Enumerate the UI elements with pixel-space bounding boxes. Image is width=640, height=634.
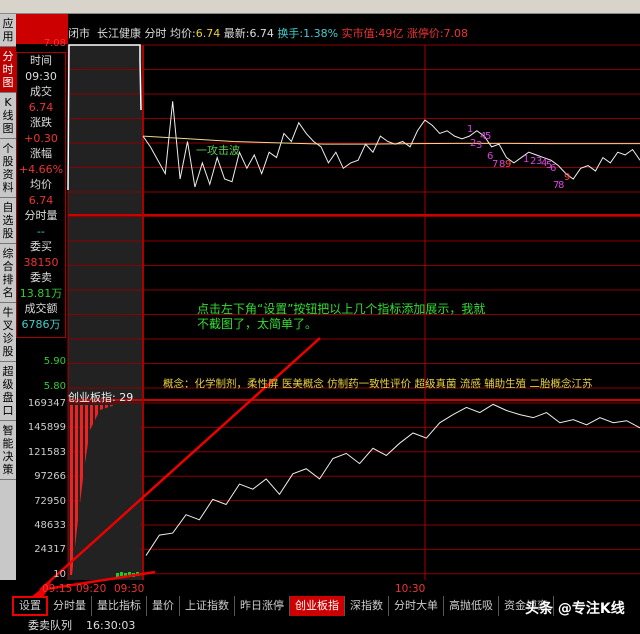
bottom-tab[interactable]: 创业板指 [290,596,345,616]
tutorial-annotation: 点击左下角“设置”按钮把以上几个指标添加展示，我就不截图了，太简单了。 [197,302,486,331]
bid-value: 38150 [23,255,59,269]
time-label: 时间 [30,54,52,67]
deal-label: 成交 [30,85,52,98]
left-tab[interactable]: K线图 [0,93,16,139]
volume-axis-label: 145899 [27,422,66,434]
ask-value: 13.81万 [19,286,63,300]
change-value: +0.30 [24,131,58,145]
status-label: 委卖队列 [28,619,72,632]
time-tick: 10:30 [395,583,426,595]
last-value: 6.74 [249,27,274,40]
concept-line: 概念：化学制剂，柔性屏 医美概念 仿制药一致性评价 超级真菌 流感 辅助生殖 二… [163,378,593,390]
time-tick: 09:15 [42,583,73,595]
bottom-tab[interactable]: 分时大单 [389,596,444,616]
time-tick: 09:20 [76,583,107,595]
bottom-tab[interactable]: 昨日涨停 [235,596,290,616]
left-tab[interactable]: 应用 [0,14,16,47]
left-tab[interactable]: 自选股 [0,198,16,244]
volume-bar [70,405,73,575]
left-tab[interactable]: 个股资料 [0,139,16,198]
limit-value: 7.08 [443,27,469,40]
status-bar: 委卖队列 16:30:03 [28,617,135,633]
volume-value: -- [37,224,45,238]
volume-axis-label: 48633 [34,520,66,531]
amount-label: 成交额 [24,302,58,315]
avg-label: 均价: [170,27,196,40]
volume-axis-label: 24317 [34,544,66,556]
change-label: 涨跌 [30,116,52,129]
left-tab[interactable]: 综合排名 [0,244,16,303]
volume-bar [116,573,119,577]
price-axis-label: 5.90 [43,356,66,367]
index-label: 创业板指: 29 [68,391,134,404]
turnover-value: 1.38% [303,27,339,40]
signal-mark: 6 [550,163,556,174]
left-tab[interactable]: 牛叉诊股 [0,303,16,362]
market-status: 闭市 [68,27,90,40]
bottom-tab[interactable]: 上证指数 [180,596,235,616]
bid-label: 委买 [30,240,52,253]
settings-button[interactable]: 设置 [12,596,48,616]
bottom-tab[interactable]: 量价 [147,596,180,616]
avg-value: 6.74 [195,27,221,40]
price-axis-label: 5.80 [43,381,66,392]
left-tab[interactable]: 智能决策 [0,421,16,480]
stock-header: 闭市 长江健康 分时 均价:6.74 最新:6.74 换手:1.38% 实市值:… [68,25,468,41]
volume-label: 分时量 [24,209,58,222]
mcap-value: 49亿 [378,27,404,40]
bottom-tab[interactable]: 高抛低吸 [444,596,499,616]
volume-axis-label: 169347 [27,398,66,409]
attack-wave-label: 一攻击波 [196,143,240,157]
left-tab-bar: 应用 分时图 K线图 个股资料 自选股 综合排名 牛叉诊股 超级盘口 智能决策 [0,14,16,580]
price-axis-top: 7.08 [43,38,66,49]
bottom-tab[interactable]: 分时量 [48,596,92,616]
left-tab[interactable]: 超级盘口 [0,362,16,421]
ask-label: 委卖 [30,271,52,284]
time-tick: 09:30 [114,583,145,595]
left-tab[interactable]: 分时图 [0,47,16,93]
volume-axis-label: 72950 [34,495,66,507]
deal-value: 6.74 [28,100,54,114]
bottom-tab[interactable]: 量比指标 [92,596,147,616]
signal-mark: 1 [523,154,529,165]
pct-value: +4.66% [18,162,64,176]
volume-axis-label: 10 [53,568,66,580]
avg-value: 6.74 [28,193,54,207]
signal-mark: 9 [505,159,511,170]
bottom-tab[interactable]: 深指数 [345,596,389,616]
pct-label: 涨幅 [30,147,52,160]
signal-mark: 9 [564,172,570,183]
signal-mark: 1 [467,124,473,135]
info-panel: 时间 09:30 成交 6.74 涨跌 +0.30 涨幅 +4.66% 均价 6.74 分… [16,52,66,338]
limit-label: 涨停价: [406,27,444,40]
stock-name: 长江健康 [97,27,141,40]
volume-bar [120,572,123,576]
mcap-label: 实市值: [341,27,379,40]
time-value: 09:30 [25,69,57,83]
watermark: 头条 @专注K线 [525,601,625,617]
volume-axis-label: 97266 [34,471,66,483]
signal-mark: 7 [492,159,498,170]
volume-axis-label: 121583 [27,446,66,458]
avg-label: 均价 [30,178,52,191]
turnover-label: 换手: [277,27,304,40]
last-label: 最新: [223,27,250,40]
status-time: 16:30:03 [86,619,136,632]
signal-mark: 5 [485,131,491,142]
chart-mode: 分时 [144,27,167,40]
amount-value: 6786万 [21,317,61,331]
